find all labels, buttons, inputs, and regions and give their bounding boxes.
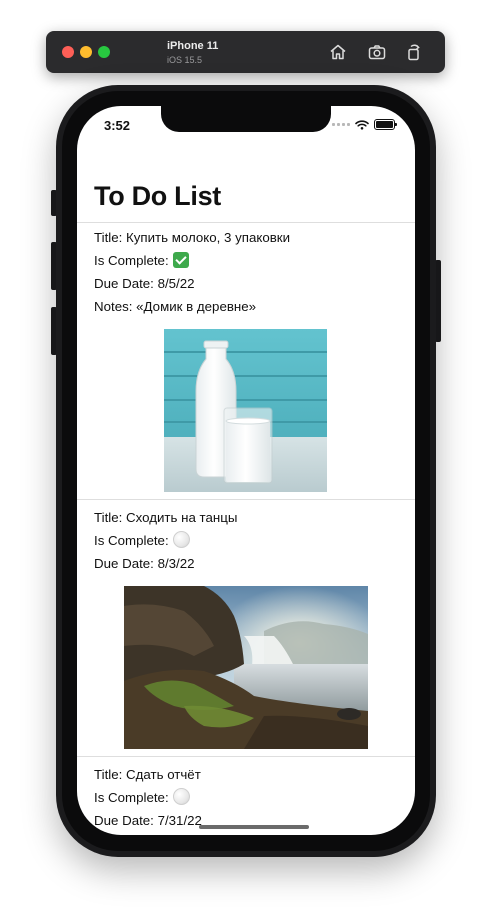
item-due-date: Due Date: 8/5/22 (94, 276, 195, 291)
complete-label: Is Complete: (94, 253, 169, 268)
home-icon[interactable] (328, 42, 348, 62)
device-name: iPhone 11 (167, 40, 219, 52)
list-item[interactable]: Title: Купить молоко, 3 упаковки Is Comp… (77, 226, 415, 499)
battery-icon (374, 119, 397, 130)
check-mark-icon (173, 252, 190, 268)
white-circle-icon (173, 788, 191, 805)
list-item[interactable]: Title: Сходить на танцы Is Complete: Due… (77, 506, 415, 756)
complete-label: Is Complete: (94, 533, 169, 548)
white-circle-icon (173, 531, 191, 548)
divider (77, 756, 415, 757)
waterfall-landscape-photo (124, 586, 368, 749)
maximize-window-button[interactable] (98, 46, 110, 58)
item-due-date: Due Date: 8/3/22 (94, 556, 195, 571)
page-title: To Do List (94, 181, 221, 211)
item-title: Title: Купить молоко, 3 упаковки (94, 230, 291, 245)
item-complete: Is Complete: (94, 249, 415, 272)
wifi-icon (355, 119, 369, 130)
item-title: Title: Сдать отчёт (94, 767, 201, 782)
rotate-icon[interactable] (404, 42, 424, 62)
camera-icon[interactable] (367, 42, 387, 62)
divider (77, 499, 415, 500)
simulator-title-bar: iPhone 11 iOS 15.5 (46, 31, 445, 73)
os-version: iOS 15.5 (167, 55, 203, 65)
device-screen: 3:52 To Do List Title: Купить молоко, 3 … (77, 106, 415, 835)
item-complete: Is Complete: (94, 529, 415, 552)
cellular-signal-icon (332, 123, 350, 126)
todo-list[interactable]: Title: Купить молоко, 3 упаковки Is Comp… (77, 222, 415, 835)
item-title: Title: Сходить на танцы (94, 510, 238, 525)
milk-bottle-and-glass-photo (164, 329, 327, 492)
item-complete: Is Complete: (94, 786, 415, 809)
status-time: 3:52 (104, 118, 131, 133)
notch (161, 106, 331, 132)
item-notes: Notes: «Домик в деревне» (94, 299, 257, 314)
status-icons (332, 119, 397, 130)
complete-label: Is Complete: (94, 790, 169, 805)
home-indicator (199, 825, 309, 829)
minimize-window-button[interactable] (80, 46, 92, 58)
divider (77, 222, 415, 223)
close-window-button[interactable] (62, 46, 74, 58)
